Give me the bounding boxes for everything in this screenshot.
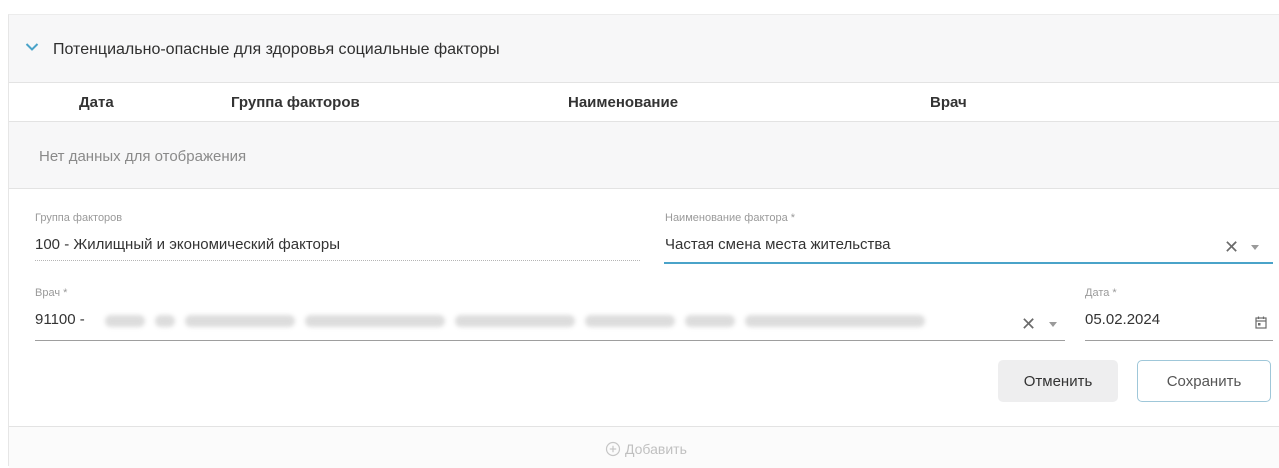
caret-down-icon[interactable]: [1049, 322, 1057, 327]
factor-name-underline: [664, 262, 1273, 264]
factor-name-value: Частая смена места жительства: [665, 236, 891, 253]
doctor-label: Врач *: [35, 287, 68, 299]
factor-name-select[interactable]: Частая смена места жительства ✕: [664, 229, 1273, 263]
doctor-select[interactable]: 91100 - ✕: [35, 305, 1065, 339]
social-factors-panel: Потенциально-опасные для здоровья социал…: [8, 14, 1279, 468]
close-icon[interactable]: ✕: [1021, 315, 1036, 333]
plus-circle-icon: [605, 441, 621, 457]
redacted-text: [745, 315, 925, 327]
table-footer: Добавить: [9, 426, 1279, 468]
factor-group-underline: [35, 260, 640, 261]
cancel-button[interactable]: Отменить: [998, 360, 1118, 402]
date-value: 05.02.2024: [1085, 311, 1161, 328]
redacted-text: [105, 315, 145, 327]
factor-group-value: 100 - Жилищный и экономический факторы: [35, 236, 340, 253]
doctor-value: 91100 -: [35, 311, 85, 328]
close-icon[interactable]: ✕: [1224, 238, 1239, 256]
section-header[interactable]: Потенциально-опасные для здоровья социал…: [9, 15, 1279, 83]
doctor-underline: [35, 340, 1065, 341]
factor-name-label: Наименование фактора *: [665, 212, 796, 224]
calendar-icon[interactable]: [1255, 316, 1267, 329]
section-title: Потенциально-опасные для здоровья социал…: [53, 41, 500, 58]
column-header-name[interactable]: Наименование: [568, 94, 678, 111]
redacted-text: [185, 315, 295, 327]
add-button[interactable]: Добавить: [605, 441, 687, 457]
caret-down-icon[interactable]: [1251, 245, 1259, 250]
date-label: Дата *: [1085, 287, 1117, 299]
redacted-text: [685, 315, 735, 327]
column-header-doctor[interactable]: Врач: [930, 94, 967, 111]
empty-table-message: Нет данных для отображения: [39, 148, 247, 165]
column-header-date[interactable]: Дата: [79, 94, 114, 111]
save-button[interactable]: Сохранить: [1137, 360, 1271, 402]
empty-table-row: Нет данных для отображения: [9, 122, 1279, 189]
redacted-text: [305, 315, 445, 327]
date-input[interactable]: 05.02.2024: [1085, 305, 1273, 339]
redacted-text: [585, 315, 675, 327]
table-header: Дата Группа факторов Наименование Врач: [9, 83, 1279, 122]
column-header-factor-group[interactable]: Группа факторов: [231, 94, 360, 111]
chevron-down-icon[interactable]: [25, 42, 39, 52]
factor-group-label: Группа факторов: [35, 212, 123, 224]
redacted-text: [155, 315, 175, 327]
redacted-text: [455, 315, 575, 327]
add-button-label: Добавить: [625, 441, 687, 457]
date-underline: [1085, 340, 1273, 341]
